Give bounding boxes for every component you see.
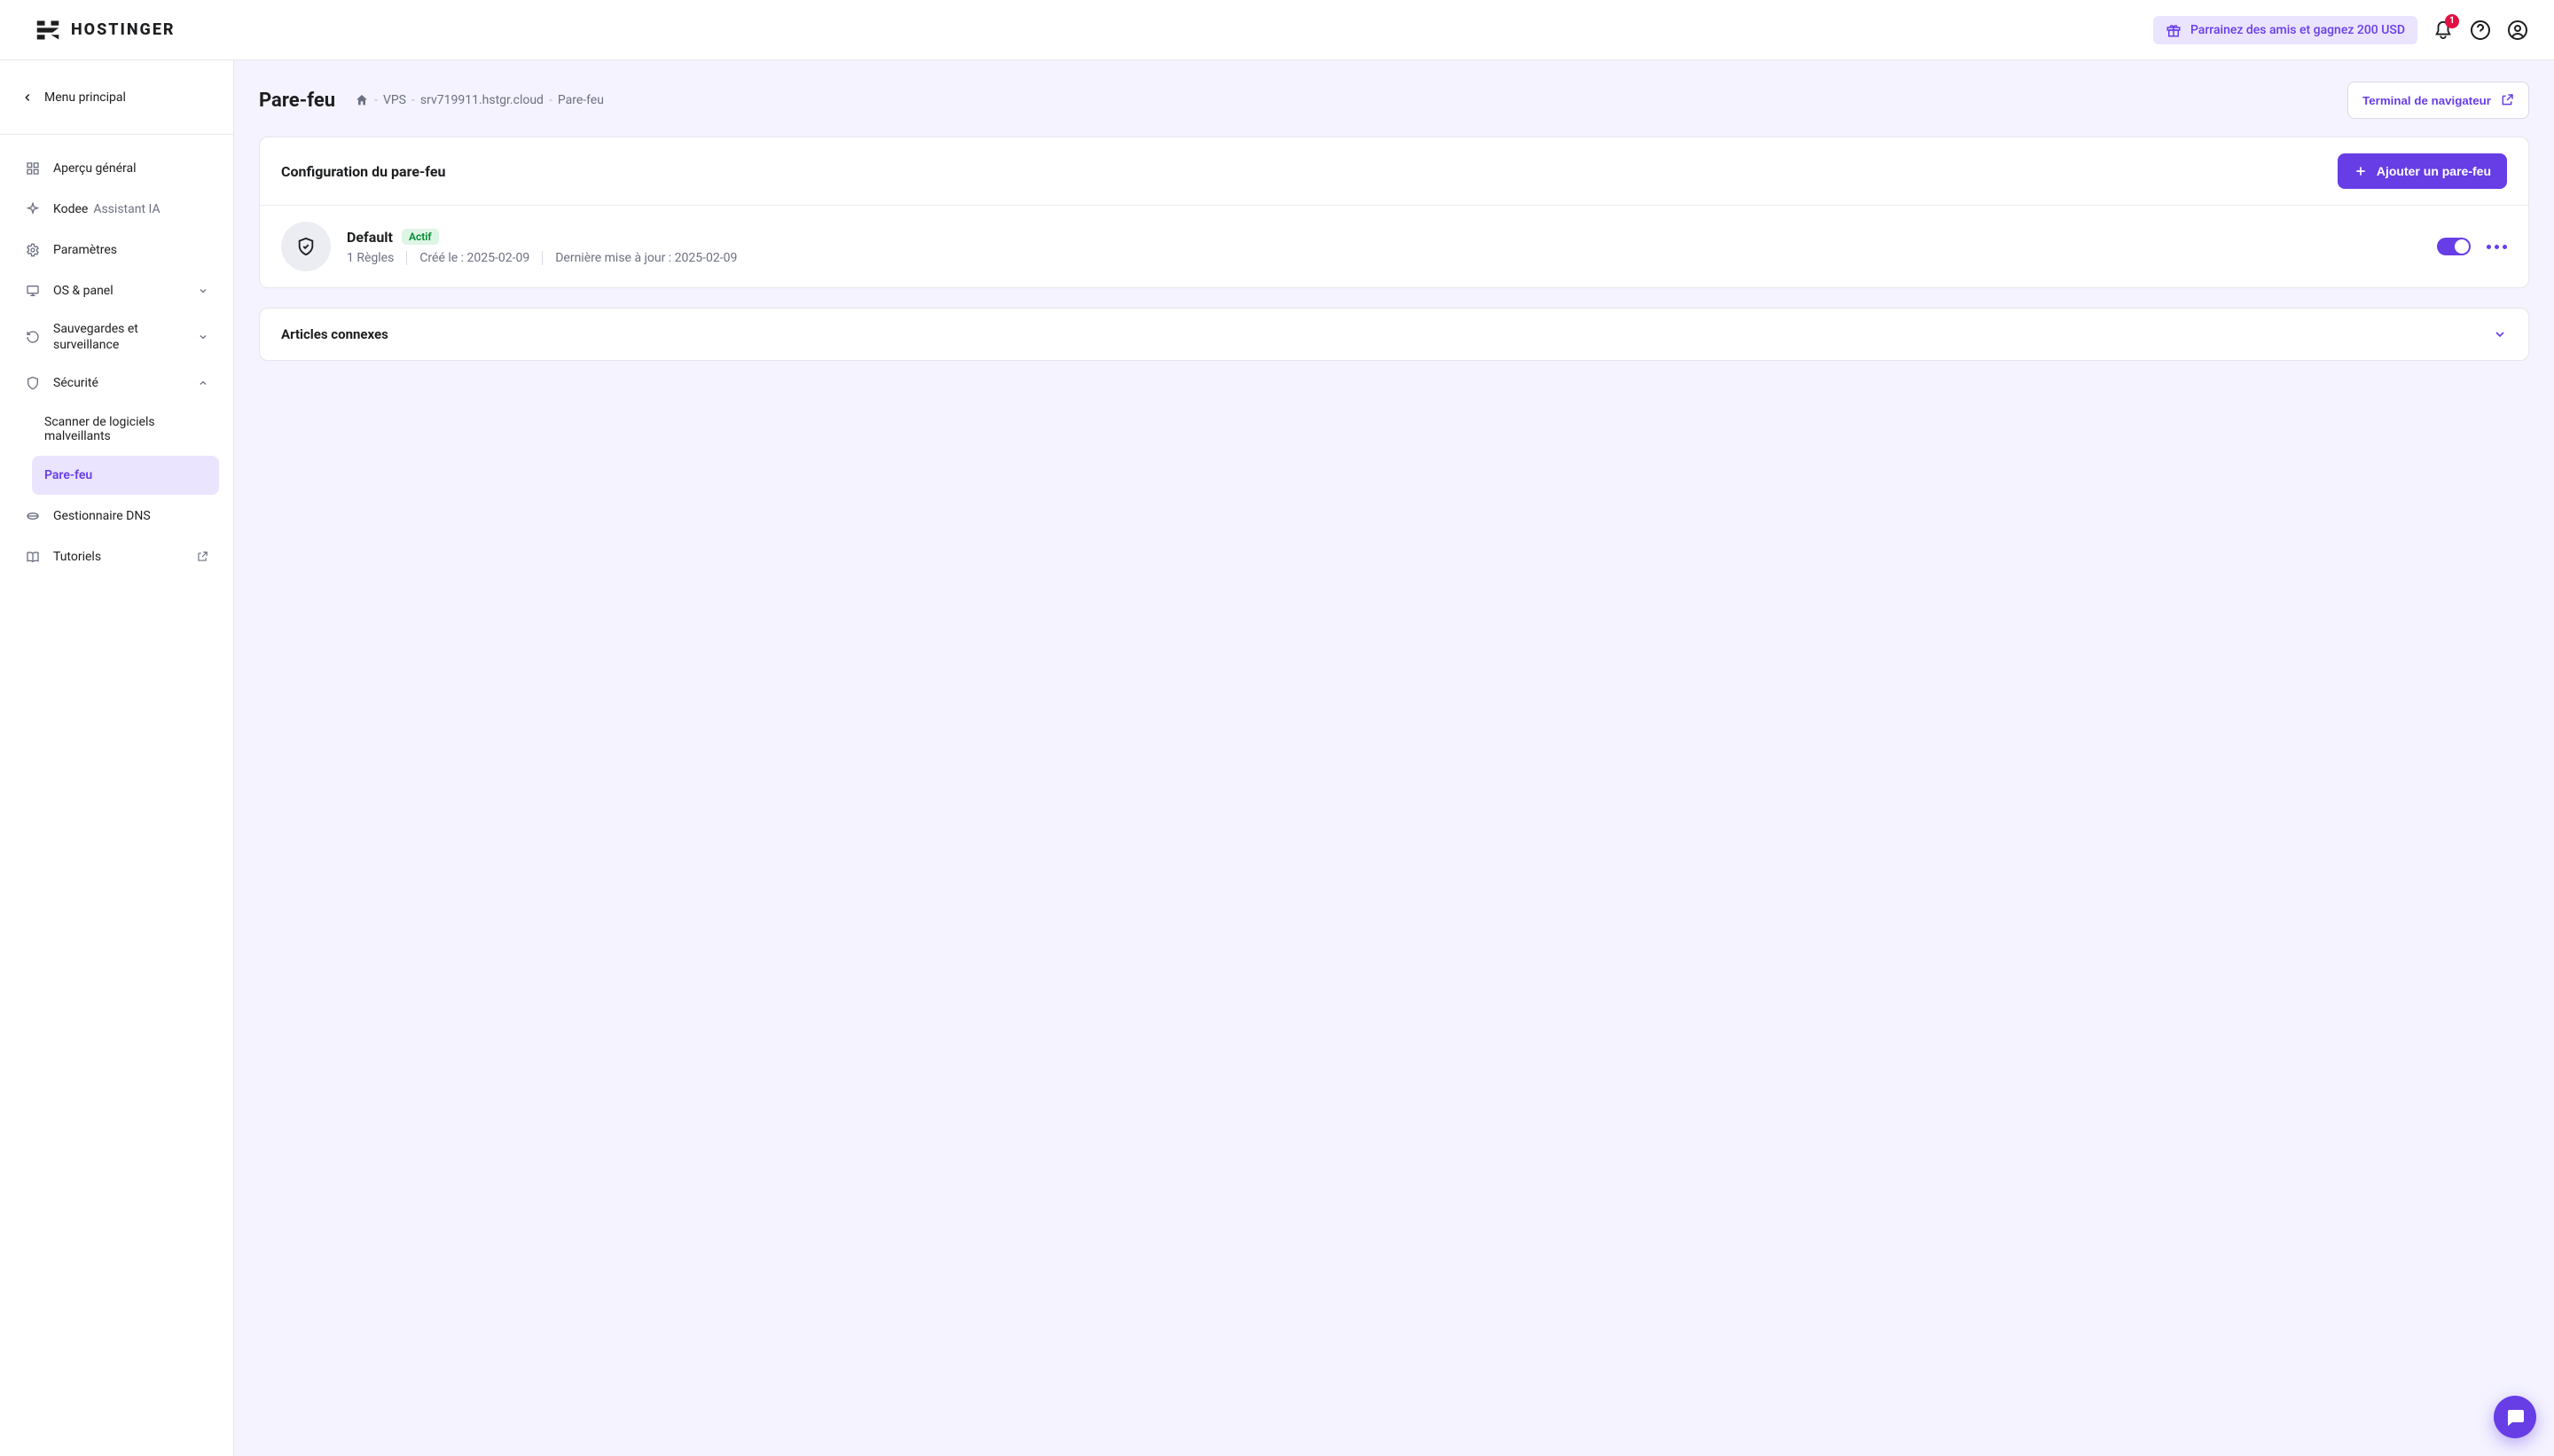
sidebar-item-label: OS & panel	[53, 284, 185, 298]
breadcrumb-sep: -	[549, 93, 552, 107]
chevron-down-icon	[198, 332, 208, 342]
sidebar-item-security[interactable]: Sécurité	[14, 364, 219, 403]
breadcrumb-vps[interactable]: VPS	[383, 93, 406, 107]
toggle-knob	[2455, 239, 2469, 254]
firewall-toggle[interactable]	[2437, 238, 2471, 255]
firewall-entry: Default Actif 1 Règles Créé le : 2025-02…	[260, 205, 2528, 287]
chevron-left-icon	[21, 91, 34, 104]
plus-icon	[2354, 164, 2368, 178]
breadcrumb: - VPS - srv719911.hstgr.cloud - Pare-feu	[355, 93, 604, 107]
sidebar-item-label: KodeeAssistant IA	[53, 202, 208, 216]
sidebar-item-label: Tutoriels	[53, 550, 184, 564]
sidebar-item-settings[interactable]: Paramètres	[14, 231, 219, 270]
brand-name: HOSTINGER	[71, 20, 176, 39]
separator	[542, 251, 543, 265]
external-link-icon	[196, 551, 208, 563]
status-badge: Actif	[402, 229, 439, 245]
sidebar-item-tutorials[interactable]: Tutoriels	[14, 537, 219, 576]
sidebar-item-os-panel[interactable]: OS & panel	[14, 271, 219, 310]
sidebar-item-overview[interactable]: Aperçu général	[14, 149, 219, 188]
page-header: Pare-feu - VPS - srv719911.hstgr.cloud -…	[259, 82, 2529, 119]
shield-icon	[25, 376, 41, 390]
sidebar-item-label: Sécurité	[53, 376, 185, 390]
add-firewall-label: Ajouter un pare-feu	[2377, 164, 2491, 178]
sidebar: Menu principal Aperçu général KodeeAssis…	[0, 60, 234, 1456]
gear-icon	[25, 243, 41, 257]
related-articles-toggle[interactable]: Articles connexes	[260, 309, 2528, 360]
chat-icon	[2504, 1406, 2526, 1428]
related-title: Articles connexes	[281, 326, 388, 342]
main-content: Pare-feu - VPS - srv719911.hstgr.cloud -…	[234, 60, 2554, 1456]
topnav-actions: Parrainez des amis et gagnez 200 USD 1	[2153, 16, 2529, 44]
gift-icon	[2166, 22, 2182, 38]
chat-fab[interactable]	[2494, 1396, 2536, 1438]
related-articles-card: Articles connexes	[259, 308, 2529, 361]
dns-icon	[25, 509, 41, 523]
monitor-icon	[25, 284, 41, 298]
refer-friends-button[interactable]: Parrainez des amis et gagnez 200 USD	[2153, 16, 2417, 44]
firewall-rules-count: 1 Règles	[347, 251, 394, 265]
breadcrumb-current: Pare-feu	[558, 93, 604, 107]
main-menu-label: Menu principal	[44, 90, 126, 105]
firewall-updated: Dernière mise à jour : 2025-02-09	[555, 251, 737, 265]
sidebar-item-label: Gestionnaire DNS	[53, 509, 208, 523]
home-icon[interactable]	[355, 93, 369, 107]
chevron-up-icon	[198, 378, 208, 388]
top-nav: HOSTINGER Parrainez des amis et gagnez 2…	[0, 0, 2554, 60]
grid-icon	[25, 161, 41, 176]
breadcrumb-server[interactable]: srv719911.hstgr.cloud	[420, 93, 544, 107]
page-title: Pare-feu	[259, 90, 335, 112]
firewall-more-button[interactable]	[2487, 245, 2507, 249]
refer-friends-label: Parrainez des amis et gagnez 200 USD	[2190, 23, 2405, 37]
shield-check-icon	[281, 222, 331, 271]
terminal-button-label: Terminal de navigateur	[2362, 94, 2491, 107]
firewall-name: Default	[347, 229, 393, 246]
separator	[406, 251, 407, 265]
sidebar-item-backups[interactable]: Sauvegardes et surveillance	[14, 312, 219, 362]
chevron-down-icon	[2493, 327, 2507, 341]
sidebar-back-main-menu[interactable]: Menu principal	[0, 60, 233, 135]
notifications-button[interactable]: 1	[2432, 19, 2455, 42]
sidebar-item-label: Sauvegardes et surveillance	[53, 321, 185, 353]
refresh-icon	[25, 330, 41, 344]
sidebar-item-label: Scanner de logiciels malveillants	[44, 415, 207, 443]
brand-mark-icon	[35, 18, 60, 43]
sidebar-subitem-firewall[interactable]: Pare-feu	[32, 456, 219, 495]
sidebar-subitem-malware-scanner[interactable]: Scanner de logiciels malveillants	[32, 404, 219, 454]
sidebar-item-dns[interactable]: Gestionnaire DNS	[14, 497, 219, 536]
account-button[interactable]	[2506, 19, 2529, 42]
help-button[interactable]	[2469, 19, 2492, 42]
card-title: Configuration du pare-feu	[281, 163, 445, 180]
book-icon	[25, 550, 41, 564]
breadcrumb-sep: -	[411, 93, 415, 107]
breadcrumb-sep: -	[374, 93, 378, 107]
brand-logo[interactable]: HOSTINGER	[35, 18, 176, 43]
browser-terminal-button[interactable]: Terminal de navigateur	[2347, 82, 2529, 119]
external-link-icon	[2500, 93, 2514, 107]
sidebar-item-label: Pare-feu	[44, 468, 92, 482]
firewall-created: Créé le : 2025-02-09	[419, 251, 529, 265]
firewall-config-card: Configuration du pare-feu Ajouter un par…	[259, 137, 2529, 288]
notification-badge: 1	[2445, 14, 2459, 28]
chevron-down-icon	[198, 286, 208, 296]
sparkle-icon	[25, 202, 41, 216]
sidebar-item-label: Aperçu général	[53, 161, 208, 176]
sidebar-item-label: Paramètres	[53, 243, 208, 257]
sidebar-item-kodee[interactable]: KodeeAssistant IA	[14, 190, 219, 229]
add-firewall-button[interactable]: Ajouter un pare-feu	[2338, 153, 2507, 189]
